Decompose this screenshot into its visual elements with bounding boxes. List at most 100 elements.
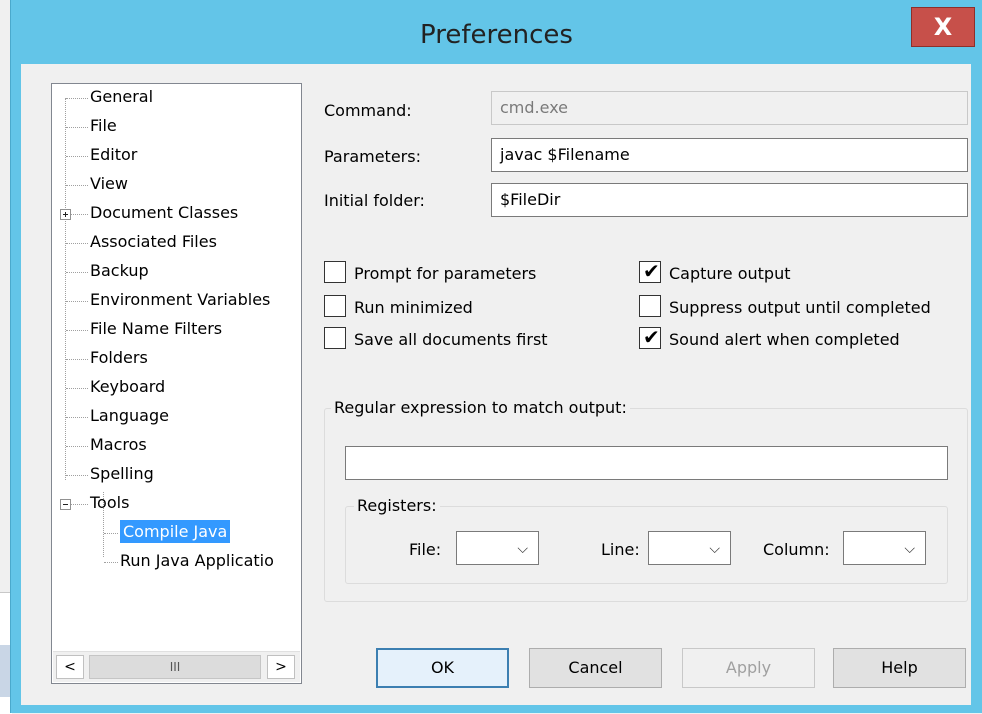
- sound-alert-checkbox[interactable]: ✔ Sound alert when completed: [639, 325, 900, 353]
- parameters-input[interactable]: javac $Filename: [491, 138, 968, 172]
- tree-item-label: Compile Java: [120, 520, 231, 543]
- dialog-client-area: General File Editor View Document Classes Ass…: [21, 64, 971, 705]
- tree-item[interactable]: Associated Files: [90, 229, 217, 255]
- expand-plus-icon[interactable]: [60, 209, 71, 220]
- tree-connector: [66, 156, 88, 157]
- tree-item[interactable]: Environment Variables: [90, 287, 270, 313]
- tree-item[interactable]: Backup: [90, 258, 149, 284]
- tree-item[interactable]: Folders: [90, 345, 148, 371]
- prompt-parameters-checkbox[interactable]: Prompt for parameters: [324, 261, 536, 287]
- apply-button[interactable]: Apply: [682, 648, 815, 688]
- ok-button[interactable]: OK: [376, 648, 509, 688]
- tree-connector: [104, 533, 118, 534]
- checkbox-box: [324, 327, 346, 349]
- tree-item-label: Keyboard: [90, 377, 166, 396]
- checkmark-icon: ✔: [643, 259, 660, 283]
- tree-item[interactable]: Document Classes: [90, 200, 238, 226]
- tree-item[interactable]: Keyboard: [90, 374, 165, 400]
- window-title: Preferences: [420, 20, 573, 50]
- save-all-documents-checkbox[interactable]: Save all documents first: [324, 327, 548, 353]
- close-button[interactable]: X: [911, 7, 975, 47]
- column-register-label: Column:: [763, 540, 830, 559]
- tree-item[interactable]: View: [90, 171, 128, 197]
- tree-item-label: Editor: [90, 145, 138, 164]
- tree-item-label: File: [90, 116, 117, 135]
- tree-connector: [66, 98, 88, 99]
- tree-item[interactable]: Macros: [90, 432, 147, 458]
- category-tree[interactable]: General File Editor View Document Classes Ass…: [51, 83, 302, 684]
- scroll-left-button[interactable]: <: [56, 655, 84, 679]
- tree-item[interactable]: Spelling: [90, 461, 154, 487]
- checkbox-box: [324, 295, 346, 317]
- tree-horizontal-scrollbar[interactable]: < III >: [53, 651, 300, 682]
- tree-item[interactable]: Editor: [90, 142, 137, 168]
- capture-output-checkbox[interactable]: ✔ Capture output: [639, 259, 790, 287]
- command-input[interactable]: cmd.exe: [491, 91, 968, 125]
- tree-item[interactable]: Compile Java: [120, 519, 231, 545]
- cancel-button[interactable]: Cancel: [529, 648, 662, 688]
- tree-item[interactable]: Language: [90, 403, 169, 429]
- tree-connector: [66, 272, 88, 273]
- collapse-minus-icon[interactable]: [60, 499, 71, 510]
- line-register-label: Line:: [601, 540, 640, 559]
- initial-folder-label: Initial folder:: [324, 191, 425, 210]
- tree-item-label: File Name Filters: [90, 319, 223, 338]
- chevron-down-icon: ⌵: [709, 541, 720, 557]
- command-label: Command:: [324, 101, 412, 120]
- column-register-select[interactable]: ⌵: [843, 531, 926, 565]
- checkbox-label: Sound alert when completed: [669, 330, 900, 349]
- suppress-output-checkbox[interactable]: Suppress output until completed: [639, 295, 931, 321]
- tree-connector: [66, 359, 88, 360]
- tree-connector: [66, 301, 88, 302]
- chevron-right-icon: >: [275, 659, 287, 675]
- tree-connector: [66, 243, 88, 244]
- scroll-thumb[interactable]: III: [89, 655, 261, 679]
- grip-icon: III: [169, 660, 181, 674]
- tree-connector: [66, 330, 88, 331]
- close-icon: X: [933, 13, 953, 41]
- initial-folder-input[interactable]: $FileDir: [491, 183, 968, 217]
- checkbox-box: [324, 261, 346, 283]
- tree-item-label: Spelling: [90, 464, 154, 483]
- checkbox-label: Prompt for parameters: [354, 264, 537, 283]
- help-button[interactable]: Help: [833, 648, 966, 688]
- chevron-down-icon: ⌵: [904, 541, 915, 557]
- line-register-select[interactable]: ⌵: [648, 531, 731, 565]
- regex-group-title: Regular expression to match output:: [331, 398, 630, 418]
- tree-item[interactable]: File Name Filters: [90, 316, 222, 342]
- run-minimized-checkbox[interactable]: Run minimized: [324, 295, 473, 321]
- regex-input[interactable]: [345, 446, 948, 480]
- tree-item-label: Document Classes: [90, 203, 239, 222]
- tree-item-label: Macros: [90, 435, 147, 454]
- tree-item[interactable]: File: [90, 113, 117, 139]
- file-register-select[interactable]: ⌵: [456, 531, 539, 565]
- tree-connector: [66, 185, 88, 186]
- tree-item-label: Language: [90, 406, 169, 425]
- checkbox-label: Suppress output until completed: [669, 298, 931, 317]
- tree-item-label: Backup: [90, 261, 149, 280]
- checkbox-label: Save all documents first: [354, 330, 548, 349]
- tree-item-label: Environment Variables: [90, 290, 271, 309]
- checkbox-box: [639, 295, 661, 317]
- checkbox-label: Run minimized: [354, 298, 473, 317]
- scroll-right-button[interactable]: >: [267, 655, 295, 679]
- checkbox-box: ✔: [639, 325, 661, 349]
- registers-group-title: Registers:: [354, 496, 440, 516]
- tree-connector: [66, 475, 88, 476]
- file-register-label: File:: [409, 540, 442, 559]
- tree-item-label: Tools: [90, 493, 130, 512]
- checkbox-box: ✔: [639, 259, 661, 283]
- preferences-window: Preferences X General File Editor View Docum…: [10, 0, 982, 713]
- parameters-label: Parameters:: [324, 147, 421, 166]
- checkmark-icon: ✔: [643, 325, 660, 349]
- tree-item[interactable]: Tools: [90, 490, 129, 516]
- tree-item-label: Folders: [90, 348, 148, 367]
- tree-connector: [66, 446, 88, 447]
- tree-connector: [66, 127, 88, 128]
- chevron-left-icon: <: [64, 659, 76, 675]
- tree-item[interactable]: Run Java Applicatio: [120, 548, 274, 574]
- tree-connector: [66, 417, 88, 418]
- tree-item[interactable]: General: [90, 84, 153, 110]
- tree-item-label: Associated Files: [90, 232, 217, 251]
- tree-item-label: View: [90, 174, 128, 193]
